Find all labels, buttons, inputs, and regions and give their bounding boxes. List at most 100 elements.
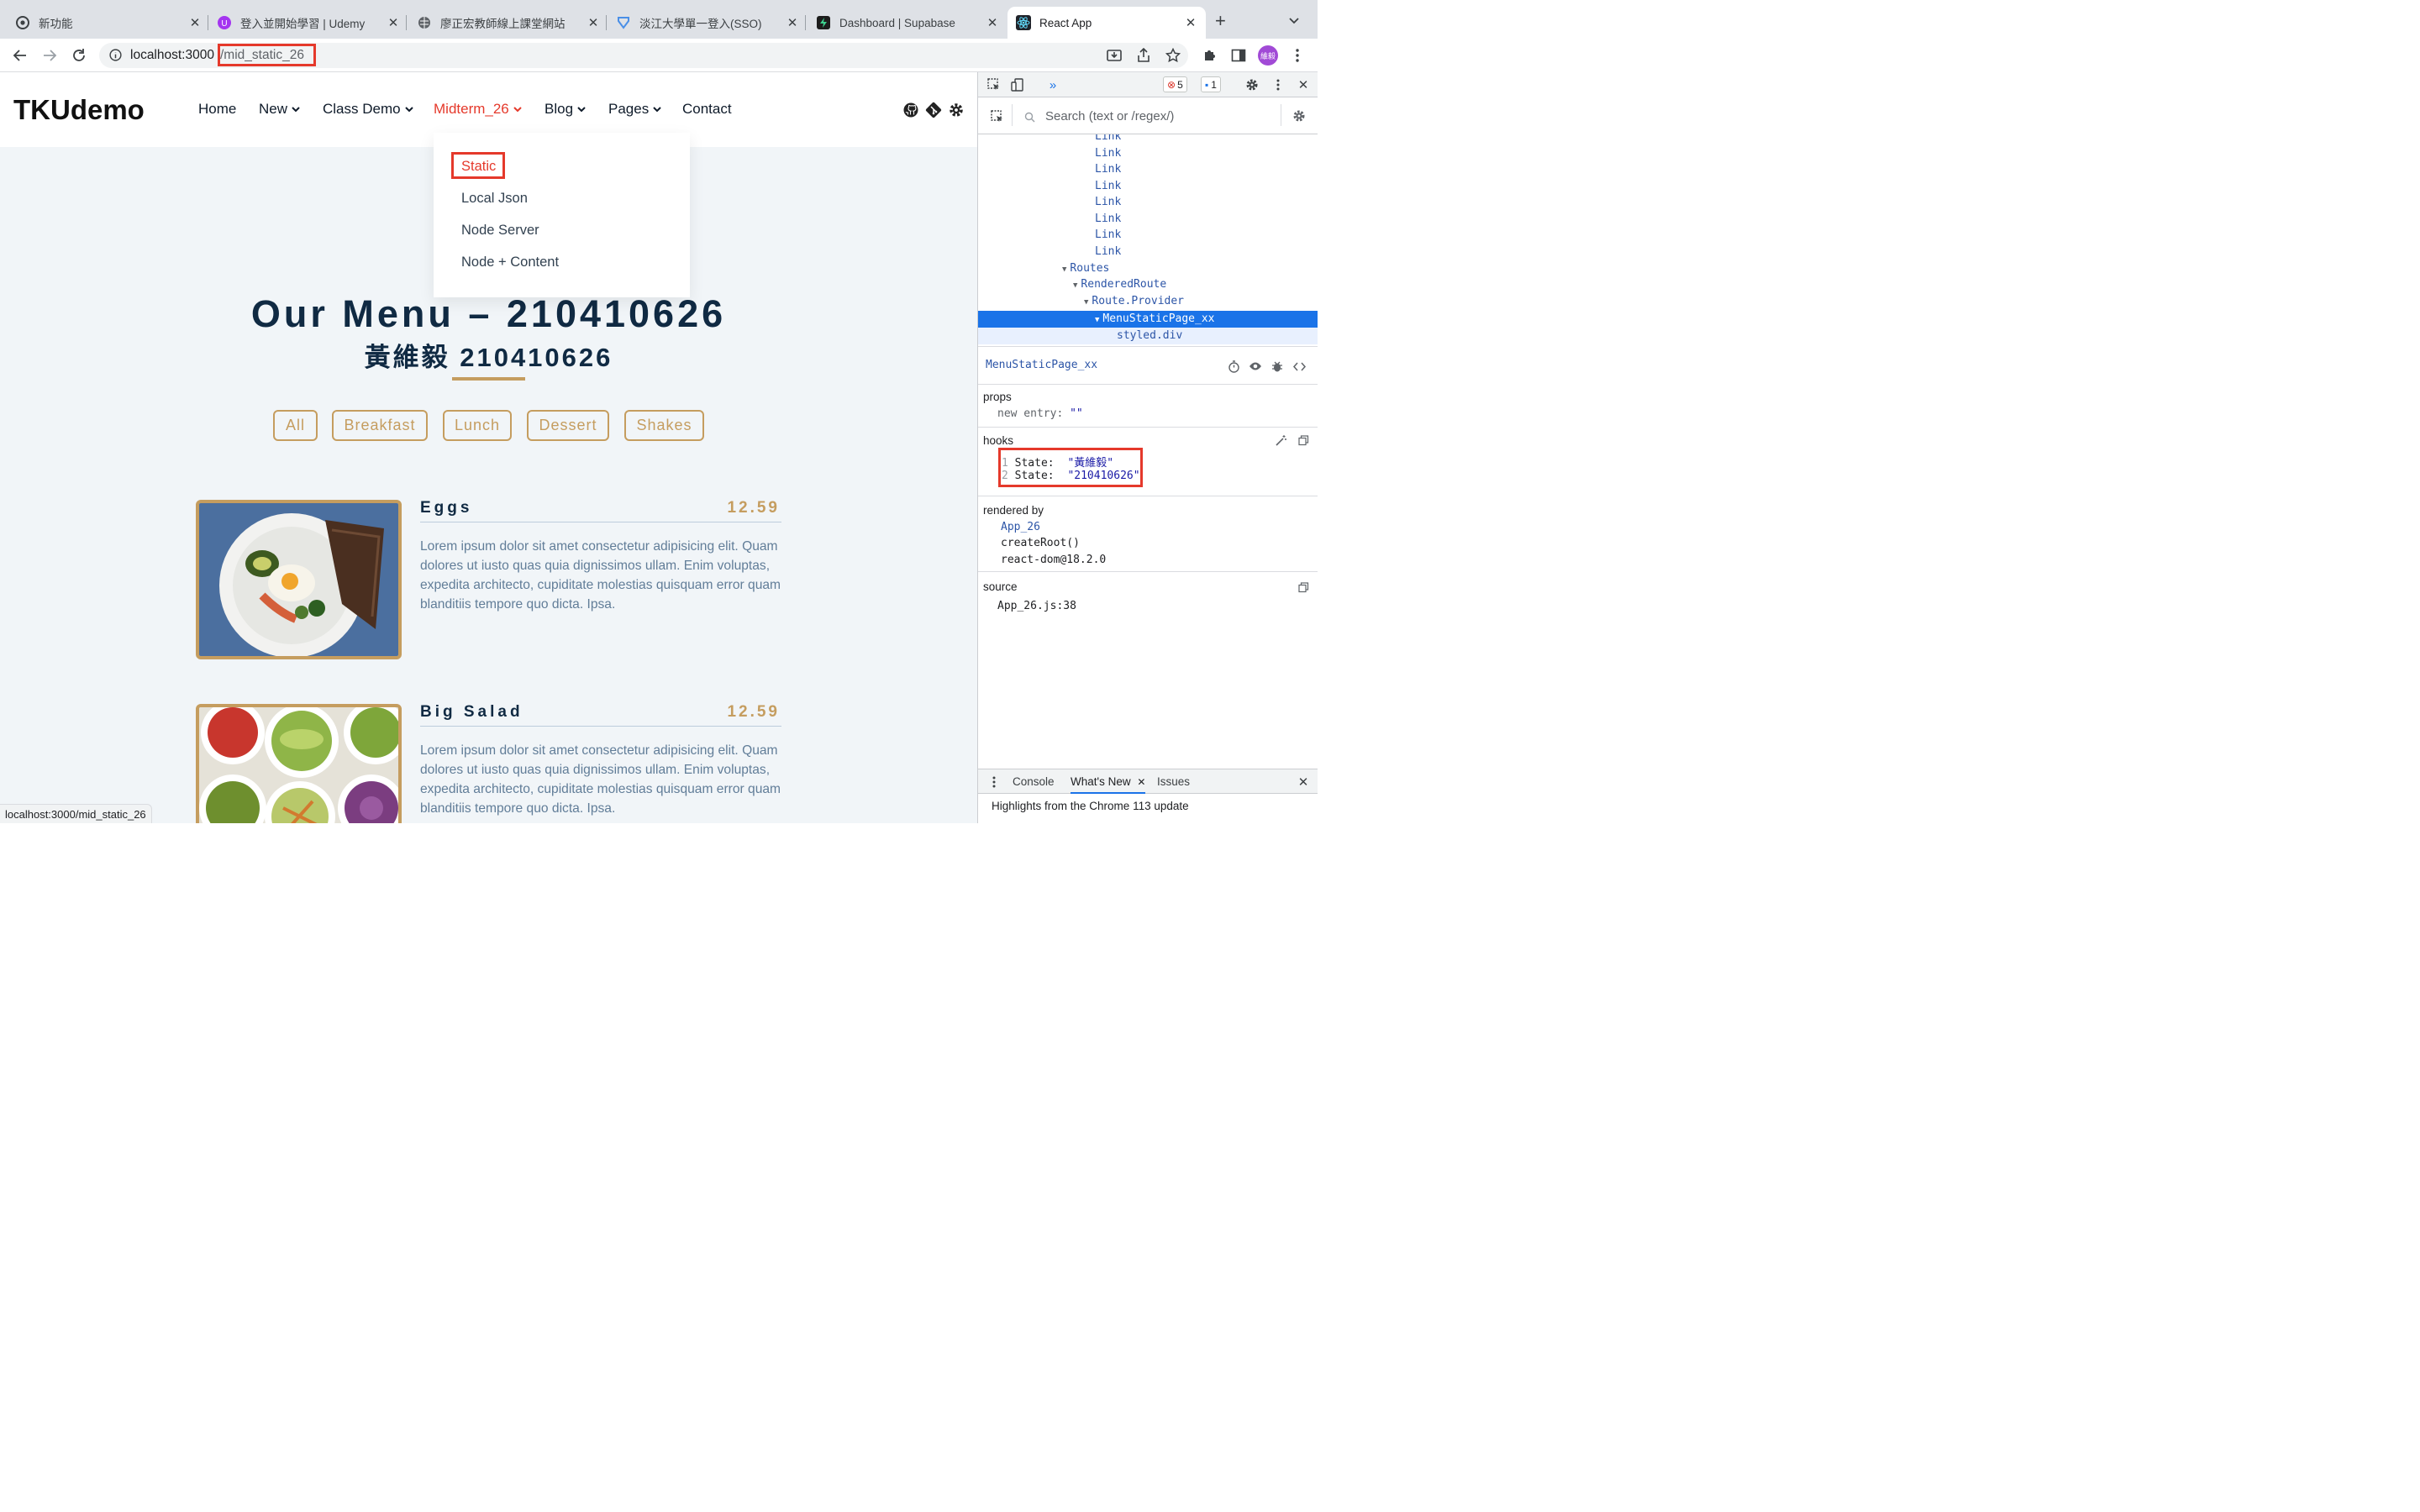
tree-node[interactable]: Link: [1095, 228, 1121, 241]
tree-node[interactable]: Link: [1095, 134, 1121, 143]
filter-all-button[interactable]: All: [273, 410, 318, 441]
more-vert-icon[interactable]: [1270, 77, 1286, 92]
tab-supabase[interactable]: Dashboard | Supabase ✕: [816, 7, 999, 39]
git-icon[interactable]: [925, 102, 942, 118]
menu-item-price: 12.59: [727, 499, 780, 517]
magic-wand-icon[interactable]: [1273, 433, 1288, 448]
tab-teacher-site[interactable]: 廖正宏教師線上課堂網站 ✕: [417, 7, 607, 39]
expand-triangle-icon[interactable]: ▼: [1062, 265, 1066, 274]
tab-title: 新功能: [39, 18, 73, 30]
share-icon[interactable]: [1135, 47, 1152, 64]
expand-triangle-icon[interactable]: ▼: [1073, 281, 1077, 290]
nav-home[interactable]: Home: [198, 101, 236, 118]
nav-label: Midterm_26: [434, 101, 509, 117]
install-icon[interactable]: [1106, 47, 1123, 64]
chevron-down-icon: [292, 107, 300, 113]
tree-node[interactable]: Link: [1095, 180, 1121, 192]
nav-label: Blog: [544, 101, 574, 117]
bookmark-star-icon[interactable]: [1165, 47, 1181, 64]
forward-arrow-icon[interactable]: [39, 45, 60, 66]
nav-blog[interactable]: Blog: [544, 101, 586, 118]
code-brackets-icon[interactable]: [1292, 359, 1307, 374]
dropdown-item-node-content[interactable]: Node + Content: [461, 255, 559, 270]
nav-new[interactable]: New: [259, 101, 300, 118]
message-count-badge[interactable]: ▪ 1: [1201, 76, 1221, 92]
expand-triangle-icon[interactable]: ▼: [1095, 316, 1099, 324]
tab-label: What's New: [1071, 775, 1131, 788]
filter-dessert-button[interactable]: Dessert: [527, 410, 609, 441]
tree-node[interactable]: Link: [1095, 163, 1121, 176]
nav-midterm[interactable]: Midterm_26: [434, 101, 522, 118]
close-icon[interactable]: ✕: [1137, 776, 1145, 788]
prop-row[interactable]: new entry: "": [997, 407, 1083, 420]
chevron-down-icon: [404, 107, 413, 113]
dropdown-item-node-server[interactable]: Node Server: [461, 223, 539, 239]
copy-icon[interactable]: [1296, 580, 1311, 595]
tab-whats-new[interactable]: What's New ✕: [1071, 775, 1146, 794]
close-icon[interactable]: ✕: [986, 15, 999, 30]
rendered-by-link[interactable]: App_26: [1001, 521, 1040, 533]
source-location[interactable]: App_26.js:38: [997, 600, 1076, 612]
error-count: 5: [1177, 78, 1183, 91]
close-icon[interactable]: ✕: [1296, 774, 1311, 790]
error-count-badge[interactable]: ⊗ 5: [1163, 76, 1187, 92]
reload-icon[interactable]: [69, 45, 89, 66]
tab-udemy[interactable]: U 登入並開始學習 | Udemy ✕: [217, 7, 407, 39]
site-logo[interactable]: TKUdemo: [13, 94, 145, 126]
stopwatch-icon[interactable]: [1226, 359, 1241, 374]
component-tree: Link Link Link Link Link Link Link Link …: [978, 134, 1318, 346]
back-arrow-icon[interactable]: [10, 45, 30, 66]
menu-item-description: Lorem ipsum dolor sit amet consectetur a…: [420, 539, 781, 612]
filter-lunch-button[interactable]: Lunch: [443, 410, 512, 441]
close-icon[interactable]: ✕: [786, 15, 799, 30]
address-bar[interactable]: localhost:3000 /mid_static_26: [99, 43, 1188, 68]
bug-icon[interactable]: [1270, 359, 1285, 374]
tree-node[interactable]: Link: [1095, 147, 1121, 160]
nav-pages[interactable]: Pages: [608, 101, 661, 118]
tab-console[interactable]: Console: [1013, 775, 1055, 788]
filter-breakfast-button[interactable]: Breakfast: [332, 410, 428, 441]
tree-node-rendered-route[interactable]: ▼ RenderedRoute: [1073, 278, 1166, 291]
tab-tku-sso[interactable]: 淡江大學單一登入(SSO) ✕: [616, 7, 806, 39]
settings-gear-icon[interactable]: [1292, 108, 1307, 123]
tab-react-app[interactable]: React App ✕: [1007, 7, 1206, 39]
eye-icon[interactable]: [1248, 359, 1263, 374]
new-tab-button[interactable]: +: [1215, 12, 1226, 30]
filter-shakes-button[interactable]: Shakes: [624, 410, 704, 441]
side-panel-icon[interactable]: [1230, 47, 1247, 64]
tree-node-route-provider[interactable]: ▼ Route.Provider: [1084, 295, 1184, 307]
github-icon[interactable]: [902, 102, 919, 118]
tree-node[interactable]: styled.div: [1117, 329, 1182, 342]
info-icon[interactable]: [109, 49, 122, 66]
tab-new-features[interactable]: 新功能 ✕: [15, 7, 208, 39]
gear-icon[interactable]: [948, 102, 965, 118]
more-vert-icon[interactable]: [986, 774, 1002, 790]
tree-node[interactable]: Link: [1095, 245, 1121, 258]
extensions-puzzle-icon[interactable]: [1202, 47, 1218, 64]
copy-icon[interactable]: [1296, 433, 1311, 448]
settings-gear-icon[interactable]: [1244, 77, 1260, 92]
close-icon[interactable]: ✕: [387, 15, 400, 30]
search-input[interactable]: Search (text or /regex/): [1045, 109, 1174, 123]
expand-triangle-icon[interactable]: ▼: [1084, 298, 1088, 307]
close-icon[interactable]: ✕: [1184, 15, 1197, 30]
avatar[interactable]: 維毅: [1258, 45, 1278, 66]
close-icon[interactable]: ✕: [587, 15, 600, 30]
nav-class-demo[interactable]: Class Demo: [323, 101, 413, 118]
dropdown-item-local-json[interactable]: Local Json: [461, 191, 528, 207]
more-vert-icon[interactable]: [1289, 47, 1306, 64]
close-icon[interactable]: ✕: [188, 15, 202, 30]
select-component-icon[interactable]: [990, 109, 1005, 124]
tree-node-selected[interactable]: ▼ MenuStaticPage_xx: [978, 311, 1318, 328]
close-icon[interactable]: ✕: [1296, 77, 1311, 92]
tab-issues[interactable]: Issues: [1157, 775, 1190, 788]
globe-icon: [417, 15, 432, 30]
tree-node-routes[interactable]: ▼ Routes: [1062, 262, 1109, 275]
tree-node[interactable]: Link: [1095, 196, 1121, 208]
tree-node[interactable]: Link: [1095, 213, 1121, 225]
nav-contact[interactable]: Contact: [682, 101, 732, 118]
device-toggle-icon[interactable]: [1010, 77, 1025, 92]
inspect-element-icon[interactable]: [986, 77, 1002, 92]
more-tabs-chevron-icon[interactable]: »: [1045, 77, 1060, 92]
chevron-down-icon[interactable]: [1289, 13, 1299, 27]
